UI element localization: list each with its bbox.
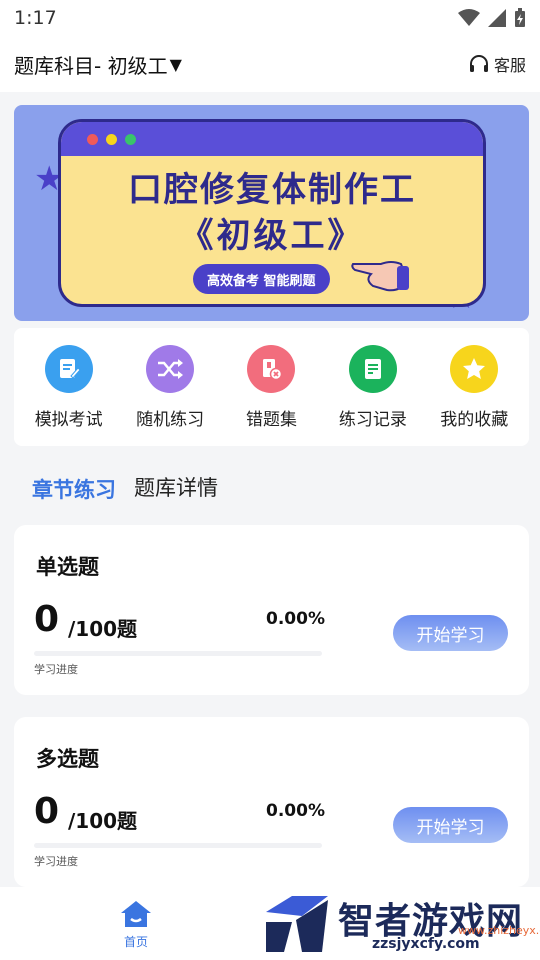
star-icon	[450, 344, 499, 393]
watermark-subtitle: zzsjyxcfy.com	[372, 936, 480, 952]
watermark-tag: www.zhizheyx.com	[458, 924, 540, 937]
card-title: 单选题	[36, 555, 99, 579]
battery-icon	[515, 8, 525, 27]
wrong-set-icon	[247, 344, 296, 393]
caret-down-icon: ▼	[169, 54, 182, 74]
menu-item-label: 错题集	[245, 409, 297, 430]
question-card-single: 单选题 0 /100题 0.00% 学习进度 开始学习	[14, 525, 529, 695]
progress-label: 学习进度	[34, 855, 78, 868]
watermark: 智者游戏网 zzsjyxcfy.com www.zhizheyx.com	[262, 888, 540, 960]
progress-percent: 0.00%	[266, 609, 325, 629]
tab-chapter-practice[interactable]: 章节练习	[32, 474, 116, 504]
shuffle-icon	[146, 344, 195, 393]
menu-item-mock-exam[interactable]: 模拟考试	[21, 344, 117, 430]
progress-bar	[34, 843, 322, 848]
window-dot-icon	[125, 133, 136, 145]
status-icons	[458, 8, 526, 28]
top-bar: 题库科目- 初级工 ▼ 客服	[0, 36, 540, 92]
banner-subtitle: 《初级工》	[179, 216, 365, 256]
home-icon	[121, 901, 151, 927]
card-title: 多选题	[36, 747, 99, 771]
progress-percent: 0.00%	[266, 801, 325, 821]
banner-title: 口腔修复体制作工	[128, 170, 416, 210]
tab-bank-details[interactable]: 题库详情	[134, 472, 218, 504]
progress-bar	[34, 651, 322, 656]
signal-icon	[488, 9, 506, 27]
banner-slogan: 高效备考 智能刷题	[193, 264, 330, 294]
banner-card: 口腔修复体制作工 《初级工》 高效备考 智能刷题	[58, 119, 486, 307]
service-label: 客服	[493, 56, 526, 75]
exam-icon	[44, 344, 93, 393]
headset-icon	[469, 55, 488, 72]
total-count: /100题	[68, 809, 138, 833]
record-icon	[348, 344, 397, 393]
menu-item-label: 随机练习	[136, 409, 205, 430]
total-count: /100题	[68, 617, 138, 641]
start-study-button[interactable]: 开始学习	[393, 807, 508, 843]
menu-item-favorites[interactable]: 我的收藏	[426, 344, 522, 430]
window-dot-icon	[87, 133, 98, 145]
menu-item-label: 练习记录	[338, 409, 407, 430]
menu-item-random-practice[interactable]: 随机练习	[122, 344, 218, 430]
menu-item-label: 我的收藏	[440, 409, 509, 430]
done-count: 0	[34, 599, 60, 640]
done-count: 0	[34, 791, 60, 832]
progress-label: 学习进度	[34, 663, 78, 676]
nav-home[interactable]: 首页	[108, 899, 164, 950]
subject-label: 题库科目- 初级工	[14, 53, 168, 78]
feature-menu: 模拟考试 随机练习 错题集 练习记录 我的收藏	[14, 328, 529, 446]
start-study-button[interactable]: 开始学习	[393, 615, 508, 651]
menu-item-label: 模拟考试	[34, 409, 103, 430]
window-bar	[61, 122, 483, 156]
customer-service-button[interactable]: 客服	[468, 52, 526, 76]
promo-banner[interactable]: ★ ★ 口腔修复体制作工 《初级工》 高效备考 智能刷题	[14, 105, 529, 321]
section-tabs: 章节练习 题库详情	[32, 472, 218, 504]
status-time: 1:17	[14, 7, 57, 29]
pointing-hand-icon	[351, 261, 409, 292]
window-dot-icon	[106, 133, 117, 145]
status-bar: 1:17	[0, 0, 540, 36]
menu-item-wrong-set[interactable]: 错题集	[223, 344, 319, 430]
question-card-multiple: 多选题 0 /100题 0.00% 学习进度 开始学习	[14, 717, 529, 887]
subject-selector[interactable]: 题库科目- 初级工 ▼	[14, 50, 182, 79]
nav-home-label: 首页	[123, 935, 148, 949]
watermark-logo-icon	[266, 896, 328, 952]
menu-item-practice-record[interactable]: 练习记录	[325, 344, 421, 430]
wifi-icon	[458, 9, 480, 26]
